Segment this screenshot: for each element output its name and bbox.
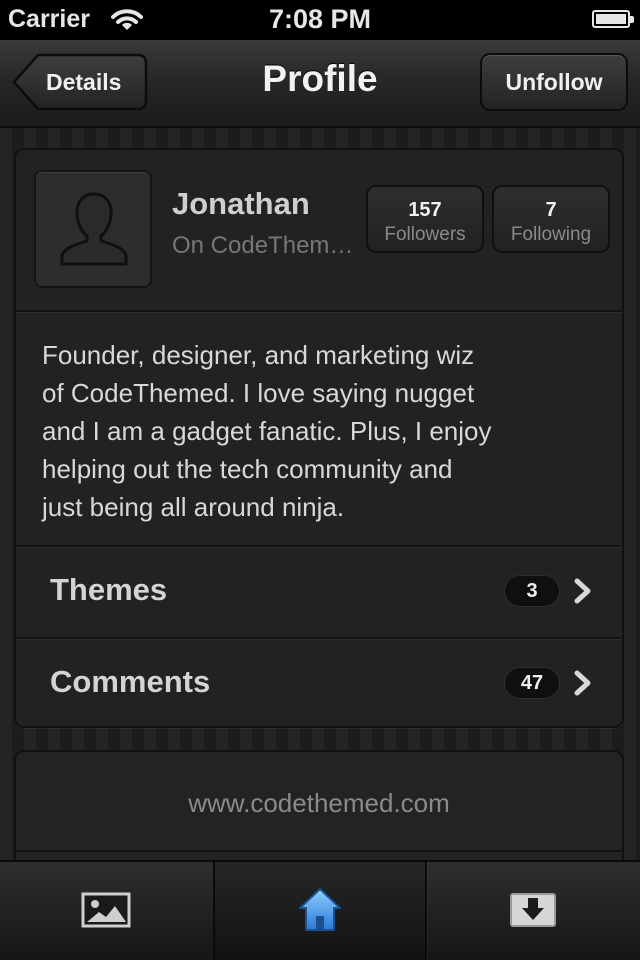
profile-subtitle: On CodeThemed — [172, 232, 354, 259]
followers-label: Followers — [384, 224, 466, 245]
following-count: 7 — [545, 199, 557, 221]
tab-bar — [0, 860, 640, 960]
bio-line: and I am a gadget fanatic. Plus, I enjoy — [42, 416, 492, 446]
themes-row[interactable]: Themes 3 — [16, 546, 622, 636]
following-label: Following — [510, 224, 592, 245]
tab-downloads[interactable] — [427, 862, 640, 960]
comments-count-badge: 47 — [504, 667, 560, 699]
comments-label: Comments — [50, 664, 211, 699]
bio-line: helping out the tech community and — [42, 454, 453, 484]
following-button[interactable]: 7 Following — [492, 185, 610, 253]
profile-name: Jonathan — [172, 186, 310, 221]
bio-line: Founder, designer, and marketing wiz — [42, 340, 475, 370]
status-bar: Carrier 7:08 PM — [0, 0, 640, 40]
navigation-bar: Details Profile Unfollow — [0, 40, 640, 128]
divider — [16, 310, 622, 312]
website-link[interactable]: www.codethemed.com — [16, 788, 622, 819]
bio-line: of CodeThemed. I love saying nugget — [42, 378, 475, 408]
clock-time: 7:08 PM — [268, 4, 372, 34]
themes-label: Themes — [50, 572, 168, 607]
bio-line: just being all around ninja. — [42, 492, 345, 522]
profile-card: Jonathan On CodeThemed 157 Followers 7 F… — [14, 148, 624, 728]
photo-icon — [81, 892, 131, 928]
followers-count: 157 — [408, 199, 442, 221]
divider — [16, 850, 622, 852]
home-icon — [299, 888, 341, 931]
tab-home[interactable] — [215, 862, 425, 960]
person-silhouette-icon — [60, 192, 128, 266]
followers-button[interactable]: 157 Followers — [366, 185, 484, 253]
themes-count-badge: 3 — [504, 575, 560, 607]
chevron-right-icon — [574, 578, 591, 604]
tab-photos[interactable] — [0, 862, 213, 960]
download-icon — [510, 893, 556, 927]
profile-bio: Founder, designer, and marketing wiz of … — [42, 336, 602, 526]
unfollow-button[interactable]: Unfollow — [480, 53, 628, 111]
comments-row[interactable]: Comments 47 — [16, 638, 622, 728]
chevron-right-icon — [574, 670, 591, 696]
battery-icon — [592, 10, 634, 28]
avatar[interactable] — [34, 170, 152, 288]
